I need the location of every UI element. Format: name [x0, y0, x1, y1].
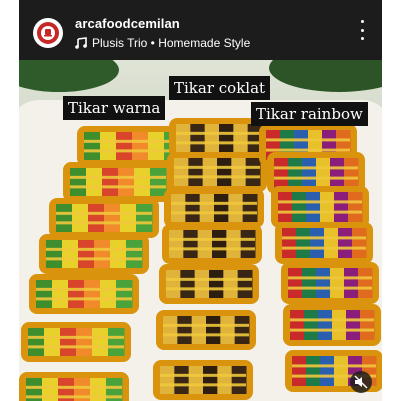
cake-slice-rainbow	[283, 304, 381, 346]
cake-slice-coklat	[162, 224, 262, 264]
cake-slice-warna	[63, 162, 173, 202]
cake-slice-warna	[39, 234, 149, 274]
cake-slice-coklat	[164, 188, 264, 228]
cake-slice-coklat	[167, 152, 267, 192]
cake-slice-coklat	[156, 310, 256, 350]
cake-slice-rainbow	[271, 186, 369, 228]
cake-slice-coklat	[159, 264, 259, 304]
caption-tikar-coklat: Tikar coklat	[169, 76, 271, 100]
caption-tikar-rainbow: Tikar rainbow	[251, 102, 368, 126]
music-note-icon	[75, 37, 87, 49]
video-frame[interactable]: Tikar coklat Tikar warna Tikar rainbow	[19, 60, 382, 401]
more-options-button[interactable]	[354, 20, 370, 40]
mute-button[interactable]	[350, 371, 372, 393]
audio-track-label: Plusis Trio • Homemade Style	[92, 36, 251, 50]
audio-track[interactable]: Plusis Trio • Homemade Style	[75, 36, 250, 50]
cake-slice-rainbow	[281, 262, 379, 304]
more-vertical-icon	[360, 20, 364, 23]
restaurant-logo-icon	[37, 22, 59, 44]
post-header: arcafoodcemilan Plusis Trio • Homemade S…	[19, 0, 382, 60]
cake-slice-warna	[49, 198, 159, 238]
post-username[interactable]: arcafoodcemilan	[75, 16, 180, 31]
cake-slice-warna	[19, 372, 129, 401]
cake-slice-rainbow	[275, 222, 373, 264]
cake-slice-coklat	[153, 360, 253, 400]
muted-speaker-icon	[354, 375, 368, 389]
cake-slice-warna	[29, 274, 139, 314]
cake-slice-warna	[21, 322, 131, 362]
profile-avatar[interactable]	[33, 18, 63, 48]
caption-tikar-warna: Tikar warna	[63, 96, 166, 120]
